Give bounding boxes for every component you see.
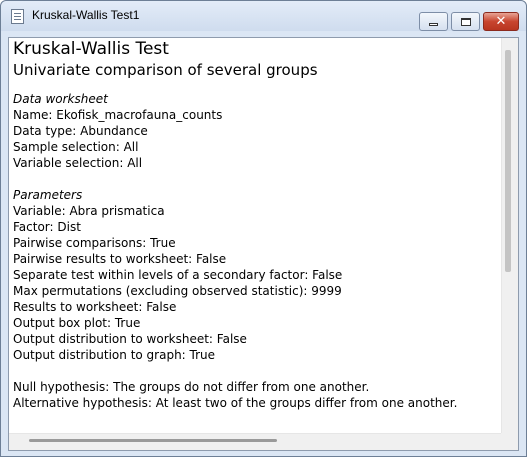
parameter-line: Separate test within levels of a seconda…	[13, 268, 343, 282]
report-window: Kruskal-Wallis Test1 ✕ Kruskal-Wallis Te…	[0, 0, 527, 457]
parameter-line: Pairwise comparisons: True	[13, 236, 176, 250]
minimize-icon	[429, 23, 438, 26]
parameter-line: Output distribution to graph: True	[13, 348, 216, 362]
horizontal-scroll-thumb[interactable]	[29, 439, 277, 442]
report-subtitle: Univariate comparison of several groups	[13, 61, 318, 79]
data-line: Name: Ekofisk_macrofauna_counts	[13, 108, 223, 122]
parameter-line: Output box plot: True	[13, 316, 141, 330]
data-line: Variable selection: All	[13, 156, 143, 170]
report-title: Kruskal-Wallis Test	[13, 39, 169, 59]
parameter-line: Variable: Abra prismatica	[13, 204, 165, 218]
parameter-line: Pairwise results to worksheet: False	[13, 252, 227, 266]
report-content: Kruskal-Wallis Test Univariate compariso…	[13, 39, 501, 411]
document-icon[interactable]	[11, 9, 24, 24]
null-hypothesis: Null hypothesis: The groups do not diffe…	[13, 380, 370, 394]
data-line: Sample selection: All	[13, 140, 139, 154]
minimize-button[interactable]	[419, 12, 448, 31]
scrollbar-corner	[501, 433, 518, 450]
alternative-hypothesis: Alternative hypothesis: At least two of …	[13, 396, 458, 410]
vertical-scroll-thumb[interactable]	[505, 50, 511, 272]
parameter-line: Factor: Dist	[13, 220, 81, 234]
close-icon: ✕	[495, 14, 507, 29]
parameter-line: Results to worksheet: False	[13, 300, 177, 314]
maximize-icon	[460, 17, 471, 26]
title-bar[interactable]: Kruskal-Wallis Test1 ✕	[1, 1, 526, 31]
parameters-heading: Parameters	[13, 188, 83, 202]
window-title: Kruskal-Wallis Test1	[32, 8, 140, 22]
data-line: Data type: Abundance	[13, 124, 148, 138]
data-worksheet-heading: Data worksheet	[13, 92, 108, 106]
parameter-line: Max permutations (excluding observed sta…	[13, 284, 342, 298]
report-pane[interactable]: Kruskal-Wallis Test Univariate compariso…	[8, 37, 519, 451]
close-button[interactable]: ✕	[483, 12, 519, 31]
horizontal-scrollbar[interactable]	[9, 433, 503, 450]
maximize-button[interactable]	[451, 12, 480, 31]
vertical-scrollbar[interactable]	[501, 38, 518, 434]
parameter-line: Output distribution to worksheet: False	[13, 332, 247, 346]
